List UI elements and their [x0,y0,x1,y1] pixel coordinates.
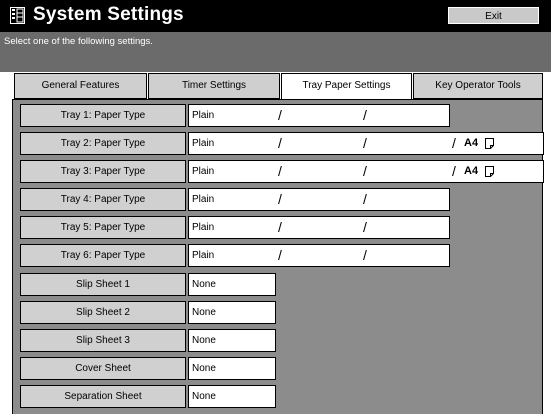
paper-orientation-icon [485,166,494,177]
separator-mark: / [363,219,367,235]
setting-value: None [192,279,216,290]
separator-mark: / [452,163,456,179]
paper-type-value: Plain [192,110,215,121]
tray-1-paper-type-button[interactable]: Tray 1: Paper Type [20,104,186,127]
tab-tray-paper-settings[interactable]: Tray Paper Settings [281,73,412,99]
paper-orientation-icon [485,138,494,149]
separator-mark: / [278,163,282,179]
separator-mark: / [278,107,282,123]
separator-mark: / [278,191,282,207]
setting-value: None [192,307,216,318]
slip-sheet-1-value: None [188,273,276,296]
tab-label: Timer Settings [181,80,247,91]
paper-type-value: Plain [192,138,215,149]
tray-3-paper-type-button[interactable]: Tray 3: Paper Type [20,160,186,183]
slip-sheet-3-value: None [188,329,276,352]
instruction-text: Select one of the following settings. [4,36,153,47]
tab-timer-settings[interactable]: Timer Settings [148,73,280,99]
slip-sheet-3-button[interactable]: Slip Sheet 3 [20,329,186,352]
cover-sheet-button[interactable]: Cover Sheet [20,357,186,380]
tab-label: General Features [41,80,120,91]
tab-key-operator-tools[interactable]: Key Operator Tools [413,73,543,99]
separation-sheet-value: None [188,385,276,408]
exit-button[interactable]: Exit [448,7,539,24]
tab-label: Key Operator Tools [435,80,521,91]
tray-1-paper-type-value: Plain / / [188,104,450,127]
cover-sheet-value: None [188,357,276,380]
tab-general-features[interactable]: General Features [14,73,147,99]
tray-6-paper-type-value: Plain / / [188,244,450,267]
separator-mark: / [278,247,282,263]
tray-6-paper-type-button[interactable]: Tray 6: Paper Type [20,244,186,267]
page-title: System Settings [33,4,184,25]
title-bar: System Settings Exit [0,0,551,32]
tray-settings-panel: Tray 1: Paper Type Plain / / Tray 2: Pap… [12,99,544,414]
slip-sheet-1-button[interactable]: Slip Sheet 1 [20,273,186,296]
setting-value: None [192,391,216,402]
setting-value: None [192,363,216,374]
slip-sheet-2-button[interactable]: Slip Sheet 2 [20,301,186,324]
tray-2-paper-type-button[interactable]: Tray 2: Paper Type [20,132,186,155]
tray-4-paper-type-button[interactable]: Tray 4: Paper Type [20,188,186,211]
tray-5-paper-type-value: Plain / / [188,216,450,239]
paper-type-value: Plain [192,166,215,177]
paper-size-value: A4 [464,165,479,177]
paper-type-value: Plain [192,222,215,233]
tray-4-paper-type-value: Plain / / [188,188,450,211]
separator-mark: / [278,135,282,151]
paper-size-value: A4 [464,137,479,149]
tray-3-paper-type-value: Plain / / / A4 [188,160,544,183]
setting-value: None [192,335,216,346]
system-settings-icon [10,7,25,24]
separator-mark: / [452,135,456,151]
tab-label: Tray Paper Settings [302,80,391,91]
separator-mark: / [363,163,367,179]
tray-2-paper-type-value: Plain / / / A4 [188,132,544,155]
separation-sheet-button[interactable]: Separation Sheet [20,385,186,408]
tray-5-paper-type-button[interactable]: Tray 5: Paper Type [20,216,186,239]
slip-sheet-2-value: None [188,301,276,324]
separator-mark: / [363,107,367,123]
separator-mark: / [363,191,367,207]
paper-type-value: Plain [192,194,215,205]
separator-mark: / [363,247,367,263]
instruction-bar: Select one of the following settings. [0,32,551,72]
separator-mark: / [278,219,282,235]
paper-type-value: Plain [192,250,215,261]
separator-mark: / [363,135,367,151]
